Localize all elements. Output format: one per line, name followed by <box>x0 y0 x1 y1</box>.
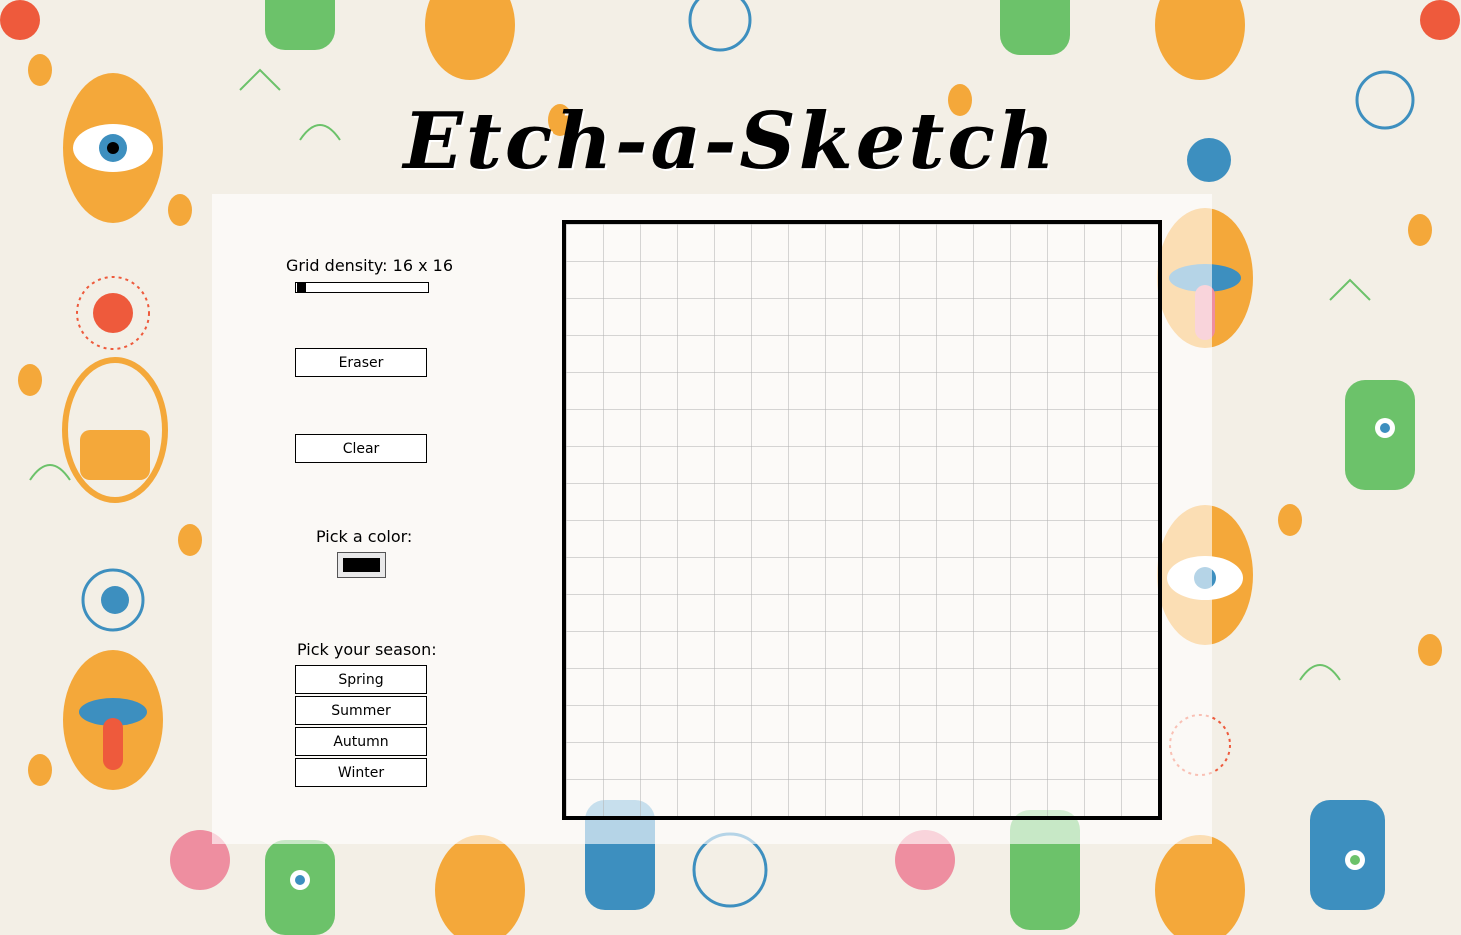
color-swatch-fill <box>343 558 380 572</box>
sketch-grid[interactable] <box>562 220 1162 820</box>
season-button-winter[interactable]: Winter <box>295 758 427 787</box>
hand-icon <box>265 840 335 935</box>
page-title: Etch-a-Sketch <box>403 96 1058 187</box>
grid-density-label: Grid density: 16 x 16 <box>286 256 453 275</box>
season-button-spring[interactable]: Spring <box>295 665 427 694</box>
color-picker-input[interactable] <box>337 552 386 578</box>
pick-color-label: Pick a color: <box>316 527 413 546</box>
clear-button[interactable]: Clear <box>295 434 427 463</box>
grid-density-slider[interactable] <box>295 282 429 293</box>
mouth-egg-icon <box>63 650 163 790</box>
eraser-button[interactable]: Eraser <box>295 348 427 377</box>
season-button-summer[interactable]: Summer <box>295 696 427 725</box>
pick-season-label: Pick your season: <box>297 640 437 659</box>
season-button-autumn[interactable]: Autumn <box>295 727 427 756</box>
slider-thumb[interactable] <box>297 283 306 292</box>
